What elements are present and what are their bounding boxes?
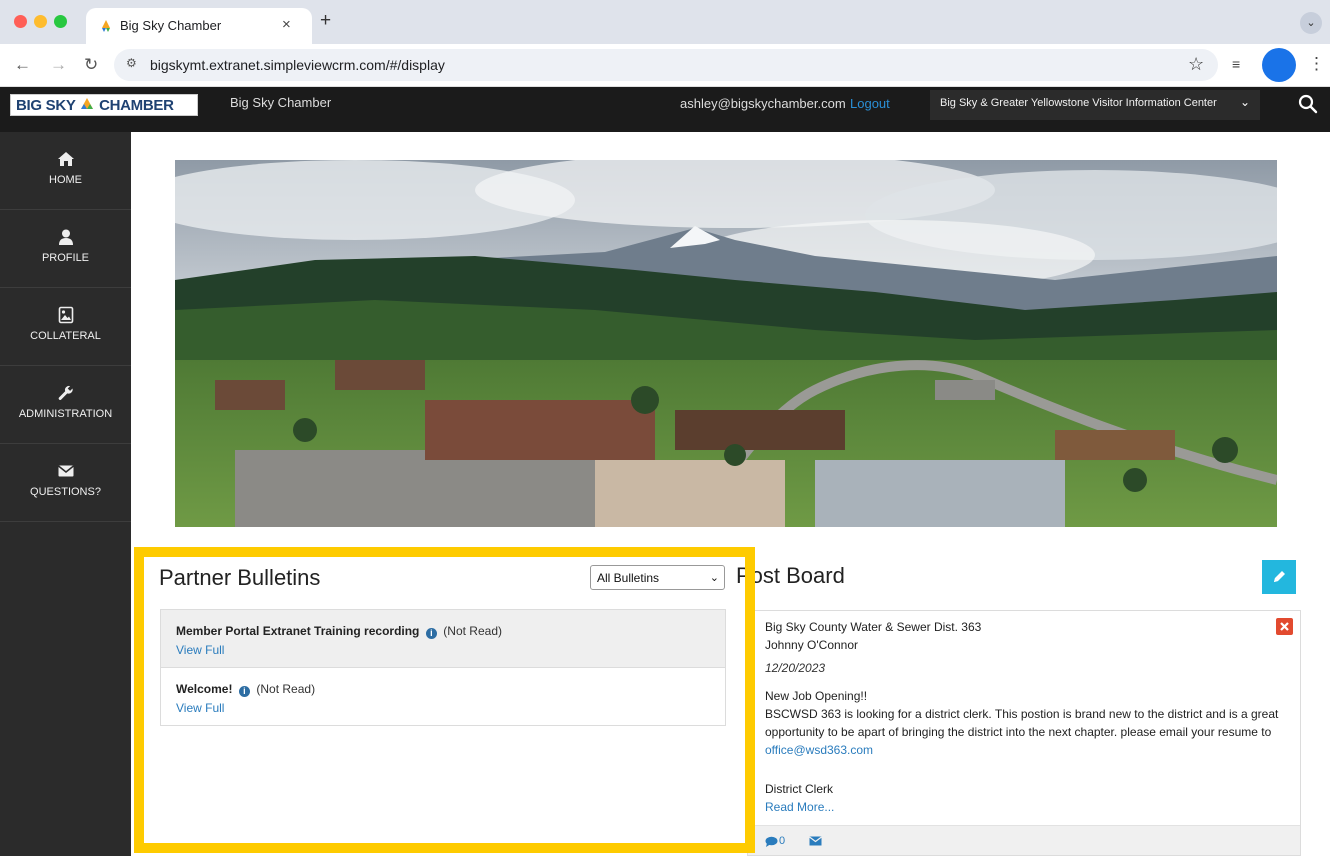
hero-landscape-image [175,160,1277,527]
user-icon [58,229,73,245]
forward-arrow-icon[interactable]: → [50,55,67,75]
home-icon [57,152,74,166]
sidebar-item-collateral[interactable]: COLLATERAL [0,288,131,366]
sidebar-nav: HOME PROFILE COLLATERAL ADMINISTRATION Q… [0,132,131,856]
delete-post-button[interactable] [1276,618,1293,635]
sidebar-item-home[interactable]: HOME [0,132,131,210]
sidebar-item-label: COLLATERAL [30,330,101,342]
browser-menu-icon[interactable]: ⋮ [1308,54,1325,74]
big-sky-chamber-logo[interactable]: BIG SKY CHAMBER [10,94,198,116]
sidebar-item-label: HOME [49,174,82,186]
bookmark-star-icon[interactable]: ☆ [1188,53,1204,75]
post-organization: Big Sky County Water & Sewer Dist. 363 [765,620,982,634]
pencil-icon [1274,571,1285,582]
organization-select[interactable]: Big Sky & Greater Yellowstone Visitor In… [930,90,1260,120]
sidebar-item-profile[interactable]: PROFILE [0,210,131,288]
post-subject: District Clerk [765,782,833,796]
post-headline: New Job Opening!! [765,689,868,703]
address-bar[interactable]: ⚙ bigskymt.extranet.simpleviewcrm.com/#/… [114,49,1218,81]
chevron-down-icon: ⌄ [1239,95,1250,109]
tab-search-button[interactable]: ⌄ [1300,12,1322,34]
close-icon [1280,622,1289,631]
post-body-text: BSCWSD 363 is looking for a district cle… [765,707,1279,739]
site-header: BIG SKY CHAMBER Big Sky Chamber ashley@b… [0,87,1330,132]
user-email: ashley@bigskychamber.com [680,96,846,111]
envelope-icon[interactable] [809,836,822,846]
search-icon[interactable] [1296,92,1320,116]
envelope-icon [57,465,74,477]
sidebar-item-questions[interactable]: QUESTIONS? [0,444,131,522]
image-file-icon [58,306,73,324]
post-date: 12/20/2023 [765,661,826,675]
email-link[interactable]: office@wsd363.com [765,743,873,757]
tab-title: Big Sky Chamber [120,18,222,33]
organization-select-value: Big Sky & Greater Yellowstone Visitor In… [940,97,1217,109]
media-controls-icon[interactable]: ≡ [1232,56,1240,72]
chamber-favicon-icon [102,20,110,32]
sidebar-item-label: ADMINISTRATION [18,408,113,420]
browser-toolbar: ← → ↻ ⚙ bigskymt.extranet.simpleviewcrm.… [0,44,1330,87]
post-body: New Job Opening!! BSCWSD 363 is looking … [765,687,1290,759]
url-text[interactable]: bigskymt.extranet.simpleviewcrm.com/#/di… [150,57,445,73]
reload-icon[interactable]: ↻ [84,55,98,75]
post-card: Big Sky County Water & Sewer Dist. 363 J… [747,610,1301,856]
post-footer: 0 [748,825,1300,855]
header-title: Big Sky Chamber [230,95,332,110]
read-more-link[interactable]: Read More... [765,800,834,814]
logo-text-big-sky: BIG SKY [16,97,76,114]
tab-close-icon[interactable]: × [282,16,291,33]
close-window-button[interactable] [14,15,27,28]
browser-tab-bar: Big Sky Chamber × + ⌄ [0,0,1330,44]
highlight-annotation-box [134,547,755,853]
sidebar-item-label: PROFILE [41,252,90,264]
logo-text-chamber: CHAMBER [99,97,174,114]
post-author: Johnny O'Connor [765,638,859,652]
sidebar-item-label: QUESTIONS? [30,486,101,498]
comment-icon[interactable] [765,836,778,847]
comment-count[interactable]: 0 [779,835,785,847]
sidebar-item-administration[interactable]: ADMINISTRATION [0,366,131,444]
site-info-icon[interactable]: ⚙ [126,56,137,70]
back-arrow-icon[interactable]: ← [14,55,31,75]
logout-link[interactable]: Logout [850,96,890,111]
zoom-window-button[interactable] [54,15,67,28]
browser-tab[interactable]: Big Sky Chamber × [86,8,312,44]
logo-mountain-icon [81,98,94,109]
new-tab-button[interactable]: + [320,11,331,31]
wrench-icon [58,385,73,400]
new-post-button[interactable] [1262,560,1296,594]
minimize-window-button[interactable] [34,15,47,28]
profile-avatar[interactable] [1262,48,1296,82]
